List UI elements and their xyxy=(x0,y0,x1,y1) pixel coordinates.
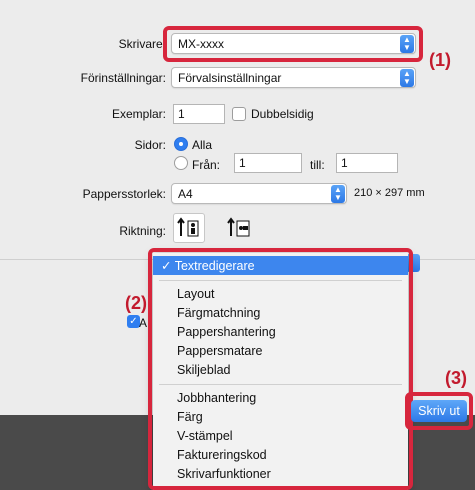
copies-input[interactable]: 1 xyxy=(173,104,225,124)
partial-bg-text: A xyxy=(139,316,148,330)
landscape-icon xyxy=(227,217,250,237)
pages-from-input[interactable]: 1 xyxy=(234,153,302,173)
duplex-checkbox[interactable] xyxy=(232,107,246,121)
copies-label: Exemplar: xyxy=(111,107,166,121)
printer-label: Skrivare: xyxy=(118,37,166,51)
presets-value: Förvalsinställningar xyxy=(178,71,282,85)
popup-stepper-icon: ▲ ▼ xyxy=(400,69,414,87)
landscape-orientation-button[interactable] xyxy=(223,213,255,243)
presets-label: Förinställningar: xyxy=(80,71,166,85)
callout-2: (2) xyxy=(125,293,147,313)
pages-label: Sidor: xyxy=(134,138,166,152)
pages-from-label: Från: xyxy=(192,158,221,172)
paper-size-label: Pappersstorlek: xyxy=(82,187,166,201)
portrait-orientation-button[interactable] xyxy=(173,213,205,243)
duplex-label: Dubbelsidig xyxy=(251,107,314,121)
portrait-icon xyxy=(177,217,199,237)
callout-1: (1) xyxy=(429,50,451,70)
highlight-box-3 xyxy=(405,392,473,430)
callout-3: (3) xyxy=(445,368,467,388)
pages-all-radio[interactable] xyxy=(174,137,188,151)
pages-all-label: Alla xyxy=(192,138,213,152)
presets-popup[interactable]: Förvalsinställningar ▲ ▼ xyxy=(171,67,416,88)
paper-size-popup[interactable]: A4 ▲ ▼ xyxy=(171,183,347,204)
highlight-box-1 xyxy=(163,26,423,62)
pages-to-input[interactable]: 1 xyxy=(336,153,398,173)
orientation-label: Riktning: xyxy=(119,224,166,238)
popup-stepper-icon: ▲ ▼ xyxy=(331,185,345,203)
pages-to-label: till: xyxy=(310,158,325,172)
highlight-box-2 xyxy=(148,248,413,490)
pages-range-radio[interactable] xyxy=(174,156,188,170)
paper-dimensions: 210 × 297 mm xyxy=(354,187,425,199)
paper-size-value: A4 xyxy=(178,187,193,201)
